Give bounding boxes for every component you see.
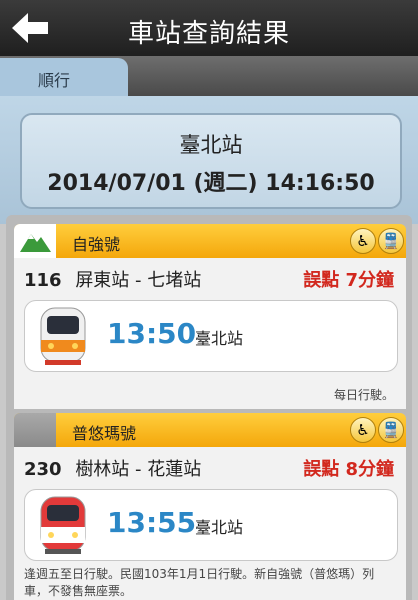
service-note: 逢週五至日行駛。民國103年1月1日行駛。新自強號（普悠瑪）列車，不發售無座票。 [24, 567, 375, 598]
service-note: 每日行駛。 [333, 388, 394, 402]
train-route: 230 樹林站 - 花蓮站 [24, 455, 201, 481]
station-info-area: 臺北站 2014/07/01 (週二) 14:16:50 [0, 96, 418, 224]
train-type-bar: 自強號 ♿ 🚆 [14, 224, 406, 258]
train-type-bar: 普悠瑪號 ♿ 🚆 [14, 413, 406, 447]
station-info-box: 臺北站 2014/07/01 (週二) 14:16:50 [20, 113, 402, 209]
delay-status: 誤點 7分鐘 [303, 270, 394, 291]
page-title: 車站查詢結果 [127, 19, 290, 49]
train-type-label: 普悠瑪號 [72, 424, 137, 443]
train-icon: 🚆 [378, 228, 404, 254]
departure-box: 13:50 臺北站 [24, 300, 398, 372]
departure-station: 臺北站 [195, 329, 244, 348]
train-number: 230 [24, 459, 62, 480]
app-header: 車站查詢結果 [0, 0, 418, 57]
train-type-icon-box [14, 224, 56, 258]
departure-box: 13:55 臺北站 [24, 489, 398, 561]
train-card[interactable]: 116 屏東站 - 七堵站 誤點 7分鐘 13:50 臺北站 每日行駛。 [14, 258, 406, 409]
train-route-text: 樹林站 - 花蓮站 [75, 459, 202, 480]
query-datetime: 2014/07/01 (週二) 14:16:50 [47, 171, 375, 196]
train-type-icon-box [14, 413, 56, 447]
train-card[interactable]: 230 樹林站 - 花蓮站 誤點 8分鐘 13:55 臺北站 逢週五至日行駛。民… [14, 447, 406, 600]
train-route: 116 屏東站 - 七堵站 [24, 266, 201, 292]
train-front-icon [40, 307, 86, 365]
train-type-label: 自強號 [72, 235, 121, 254]
departure-time: 13:50 [107, 317, 197, 350]
departure-station: 臺北站 [195, 518, 244, 537]
mountain-icon [20, 234, 51, 252]
train-front-icon [40, 496, 86, 554]
train-list: 自強號 ♿ 🚆 116 屏東站 - 七堵站 誤點 7分鐘 13:50 臺北站 每… [6, 215, 412, 600]
train-icon: 🚆 [378, 417, 404, 443]
delay-status: 誤點 8分鐘 [303, 459, 394, 480]
tab-forward-label: 順行 [38, 71, 71, 90]
wheelchair-icon: ♿ [350, 417, 376, 443]
station-name: 臺北站 [179, 133, 243, 157]
tab-forward[interactable]: 順行 [0, 58, 128, 98]
wheelchair-icon: ♿ [350, 228, 376, 254]
train-number: 116 [24, 270, 62, 291]
train-route-text: 屏東站 - 七堵站 [75, 270, 202, 291]
departure-time: 13:55 [107, 506, 197, 539]
